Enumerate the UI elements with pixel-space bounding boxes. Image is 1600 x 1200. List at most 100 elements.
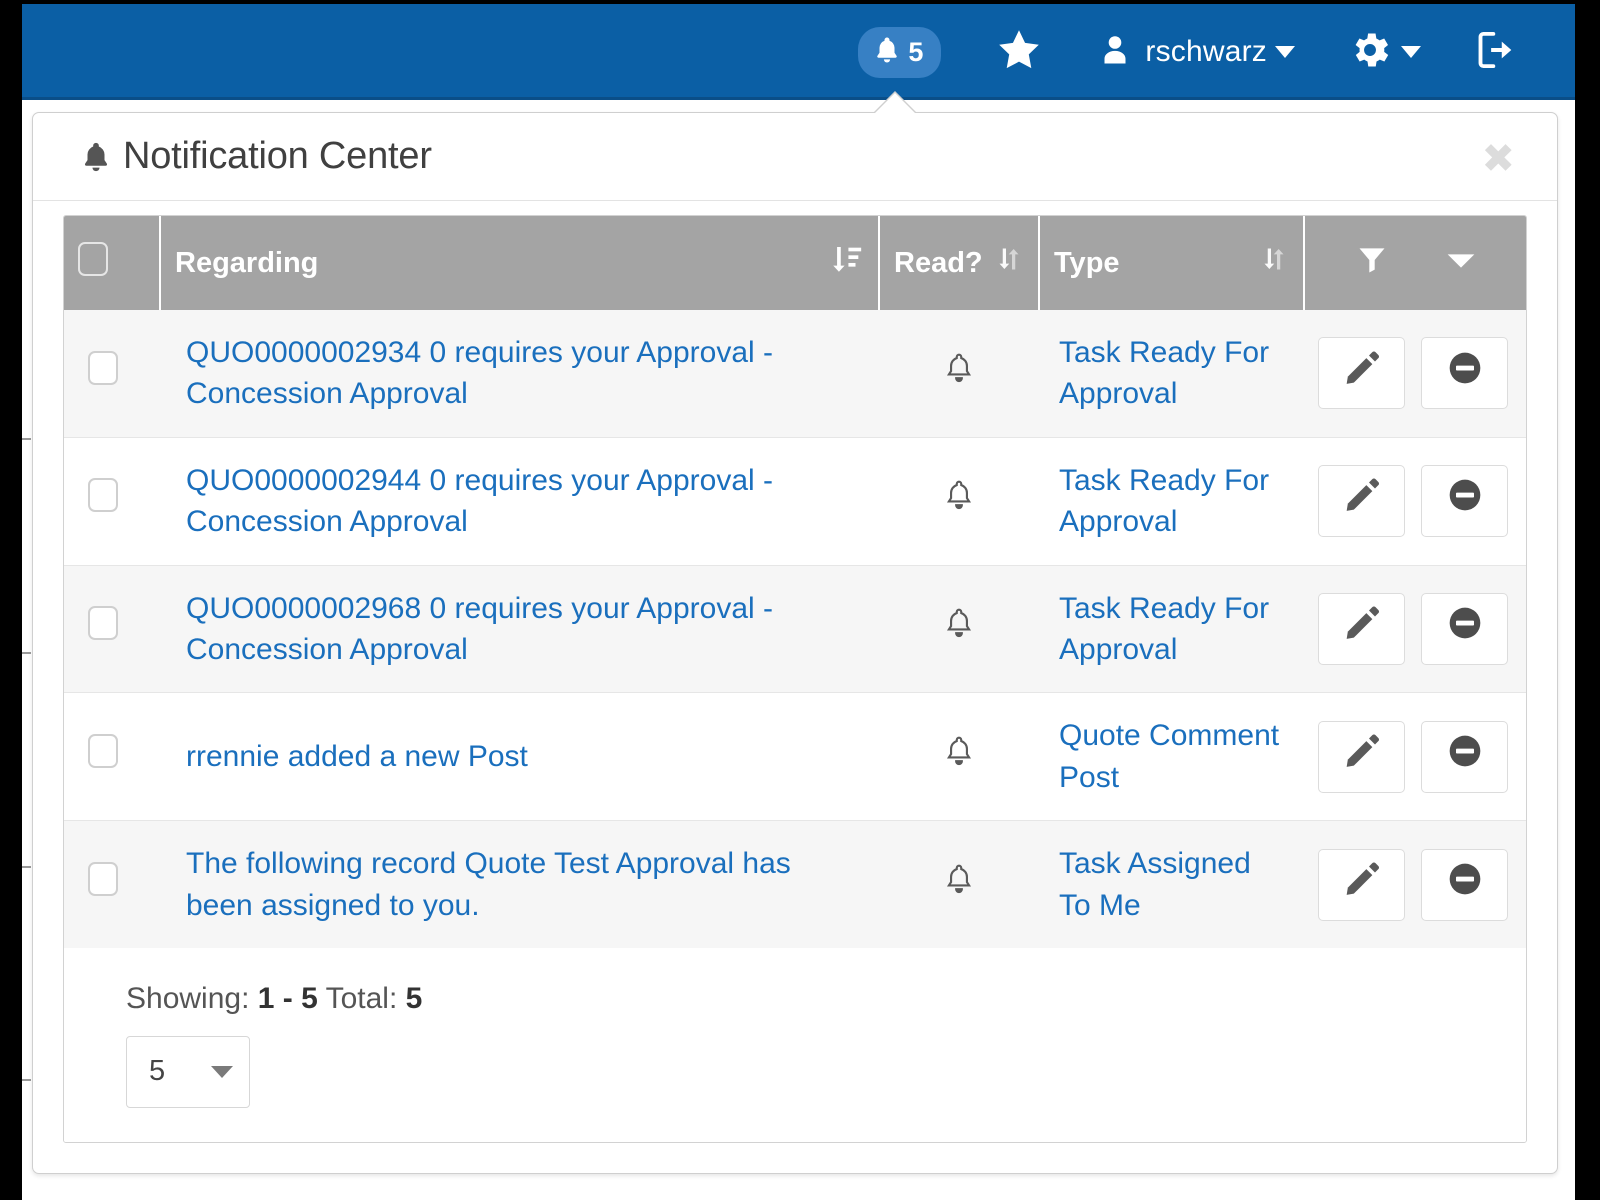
bell-outline-icon[interactable] — [942, 864, 976, 905]
select-all-checkbox[interactable] — [78, 242, 108, 276]
edit-button[interactable] — [1318, 337, 1405, 410]
notifications-button[interactable]: 5 — [832, 4, 967, 100]
total-label: Total: — [325, 981, 398, 1015]
filter-icon[interactable] — [1355, 242, 1389, 284]
type-link[interactable]: Task Ready For Approval — [1059, 336, 1269, 410]
cell-type: Task Ready For Approval — [1039, 310, 1304, 438]
regarding-link[interactable]: rrennie added a new Post — [186, 740, 528, 773]
edge-tick — [22, 438, 31, 440]
column-header-regarding[interactable]: Regarding — [160, 216, 880, 310]
pencil-icon — [1342, 731, 1382, 782]
dismiss-button[interactable] — [1421, 592, 1508, 665]
cell-regarding: The following record Quote Test Approval… — [160, 820, 879, 948]
regarding-link[interactable]: QUO0000002968 0 requires your Approval -… — [186, 592, 773, 666]
cell-actions — [1304, 692, 1526, 822]
cell-read — [879, 820, 1039, 948]
row-checkbox[interactable] — [88, 606, 118, 641]
select-all-header — [64, 216, 161, 310]
panel-header: Notification Center ✖ — [33, 113, 1557, 201]
favorites-button[interactable] — [967, 4, 1071, 100]
row-select-cell — [64, 310, 160, 438]
cell-regarding: QUO0000002968 0 requires your Approval -… — [160, 565, 879, 694]
column-header-read[interactable]: Read? — [879, 216, 1040, 310]
notifications-table: Regarding Read? Type QUO0000002934 0 req… — [64, 216, 1526, 948]
sort-amount-desc-icon[interactable] — [830, 241, 864, 285]
edge-tick — [22, 1079, 31, 1081]
edit-button[interactable] — [1318, 592, 1405, 665]
row-select-cell — [64, 820, 160, 948]
table-row: QUO0000002968 0 requires your Approval -… — [64, 565, 1526, 694]
bell-icon — [79, 138, 113, 176]
type-link[interactable]: Task Assigned To Me — [1059, 847, 1251, 921]
gear-icon — [1347, 27, 1393, 78]
notification-badge: 5 — [858, 26, 942, 78]
showing-label: Showing: — [126, 981, 250, 1015]
dismiss-button[interactable] — [1421, 465, 1508, 538]
sort-icon[interactable] — [994, 241, 1024, 285]
top-navbar: 5 rschwarz — [22, 4, 1575, 100]
table-row: The following record Quote Test Approval… — [64, 820, 1526, 948]
dismiss-button[interactable] — [1421, 848, 1508, 921]
bell-outline-icon[interactable] — [942, 353, 976, 394]
minus-circle-icon — [1445, 475, 1485, 526]
regarding-link[interactable]: QUO0000002944 0 requires your Approval -… — [186, 464, 773, 538]
grid-container: Regarding Read? Type QUO0000002934 0 req… — [33, 201, 1557, 1173]
notification-center-panel: Notification Center ✖ Regarding Read? Ty… — [32, 91, 1558, 1174]
cell-read — [879, 437, 1039, 566]
type-link[interactable]: Task Ready For Approval — [1059, 464, 1269, 538]
total-value: 5 — [405, 981, 423, 1015]
page-size-value: 5 — [149, 1055, 166, 1088]
navbar-actions: 5 rschwarz — [832, 4, 1547, 100]
sort-icon[interactable] — [1259, 241, 1289, 285]
bell-outline-icon[interactable] — [942, 736, 976, 777]
chevron-down-icon — [211, 1065, 233, 1078]
pencil-icon — [1342, 859, 1382, 910]
page-title: Notification Center — [123, 135, 432, 177]
row-checkbox[interactable] — [88, 350, 118, 385]
caret-down-icon — [1401, 46, 1421, 58]
row-checkbox[interactable] — [88, 734, 118, 769]
minus-circle-icon — [1445, 348, 1485, 399]
cell-type: Task Assigned To Me — [1039, 820, 1304, 948]
column-header-type[interactable]: Type — [1039, 216, 1305, 310]
regarding-link[interactable]: The following record Quote Test Approval… — [186, 847, 791, 921]
settings-menu-button[interactable] — [1321, 4, 1447, 100]
minus-circle-icon — [1445, 603, 1485, 654]
type-link[interactable]: Task Ready For Approval — [1059, 592, 1269, 666]
table-row: rrennie added a new Post Quote Comment Po… — [64, 692, 1526, 822]
bell-outline-icon[interactable] — [942, 481, 976, 521]
close-icon[interactable]: ✖ — [1481, 139, 1515, 179]
dismiss-button[interactable] — [1421, 337, 1508, 410]
star-icon — [993, 25, 1045, 80]
minus-circle-icon — [1445, 731, 1485, 782]
type-link[interactable]: Quote Comment Post — [1059, 719, 1279, 793]
cell-regarding: QUO0000002934 0 requires your Approval -… — [160, 310, 879, 438]
grid-footer: Showing: 1 - 5 Total: 5 5 — [64, 947, 1526, 1142]
user-menu-button[interactable]: rschwarz — [1071, 4, 1321, 100]
edge-tick — [22, 866, 31, 868]
bell-outline-icon[interactable] — [942, 608, 976, 649]
row-select-cell — [64, 565, 160, 694]
app-screen: 5 rschwarz Notification Center ✖ Regardi… — [22, 4, 1575, 1200]
edit-button[interactable] — [1318, 465, 1405, 538]
row-checkbox[interactable] — [88, 478, 118, 513]
edit-button[interactable] — [1318, 720, 1405, 793]
user-icon — [1097, 30, 1133, 75]
notifications-grid: Regarding Read? Type QUO0000002934 0 req… — [63, 215, 1527, 1143]
minus-circle-icon — [1445, 859, 1485, 910]
cell-actions — [1304, 565, 1526, 694]
page-size-select[interactable]: 5 — [126, 1035, 250, 1108]
cell-read — [879, 692, 1039, 822]
cell-actions — [1304, 437, 1526, 566]
cell-type: Task Ready For Approval — [1039, 565, 1304, 694]
cell-regarding: QUO0000002944 0 requires your Approval -… — [160, 437, 879, 566]
panel-pointer-inner — [874, 93, 916, 114]
regarding-link[interactable]: QUO0000002934 0 requires your Approval -… — [186, 336, 773, 410]
showing-summary: Showing: 1 - 5 Total: 5 — [126, 982, 1526, 1016]
dismiss-button[interactable] — [1421, 720, 1508, 793]
caret-down-icon[interactable] — [1445, 247, 1477, 280]
edit-button[interactable] — [1318, 848, 1405, 921]
logout-button[interactable] — [1447, 4, 1547, 100]
row-checkbox[interactable] — [88, 861, 118, 896]
cell-read — [879, 565, 1039, 694]
